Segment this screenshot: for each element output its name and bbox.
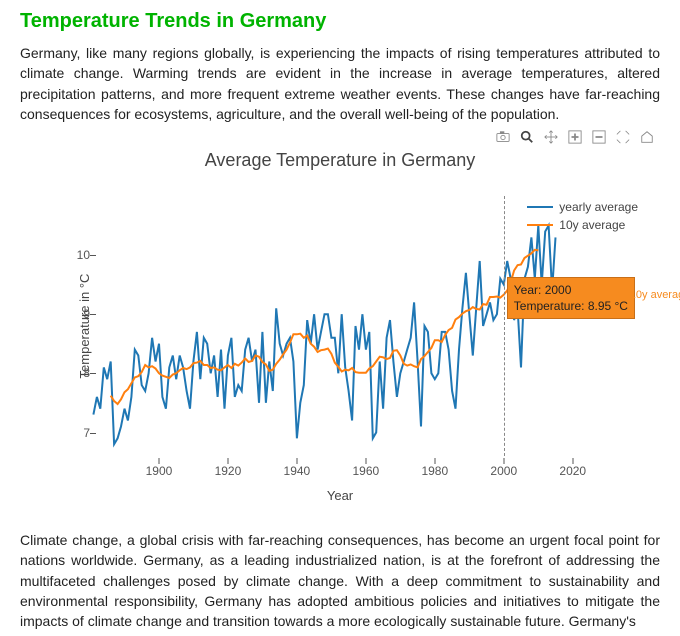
y-tick-label: 9 bbox=[83, 307, 90, 321]
legend[interactable]: yearly average 10y average bbox=[527, 200, 638, 236]
x-tick-label: 1920 bbox=[215, 464, 242, 478]
autoscale-icon[interactable] bbox=[616, 130, 630, 144]
hover-line bbox=[504, 196, 505, 456]
zoom-out-icon[interactable] bbox=[592, 130, 606, 144]
camera-icon[interactable] bbox=[496, 130, 510, 144]
x-tick-mark bbox=[365, 458, 366, 464]
x-axis: 1900 1920 1940 1960 1980 2000 2020 bbox=[90, 458, 590, 488]
series-yearly bbox=[93, 226, 555, 445]
x-tick-mark bbox=[227, 458, 228, 464]
legend-item-yearly[interactable]: yearly average bbox=[527, 200, 638, 214]
x-tick-mark bbox=[158, 458, 159, 464]
x-tick-label: 1980 bbox=[421, 464, 448, 478]
hover-series-label: 10y average bbox=[630, 289, 680, 301]
series-svg bbox=[90, 196, 590, 456]
x-tick-mark bbox=[296, 458, 297, 464]
x-tick-mark bbox=[434, 458, 435, 464]
plot-area[interactable]: Year: 2000 Temperature: 8.95 °C 10y aver… bbox=[90, 196, 590, 456]
y-tick-label: 7 bbox=[83, 426, 90, 440]
tooltip: Year: 2000 Temperature: 8.95 °C bbox=[507, 277, 635, 319]
x-tick-label: 2020 bbox=[559, 464, 586, 478]
x-tick-mark bbox=[572, 458, 573, 464]
legend-item-10y[interactable]: 10y average bbox=[527, 218, 638, 232]
tooltip-line1: Year: 2000 bbox=[514, 282, 628, 298]
x-axis-label: Year bbox=[90, 488, 590, 503]
y-tick-label: 10 bbox=[77, 248, 90, 262]
chart[interactable]: Average Temperature in Germany Temperatu… bbox=[20, 146, 660, 526]
reset-icon[interactable] bbox=[640, 130, 654, 144]
x-tick-label: 1960 bbox=[353, 464, 380, 478]
y-axis: 7 8 9 10 bbox=[68, 196, 90, 456]
legend-swatch-yearly bbox=[527, 206, 553, 208]
chart-toolbar bbox=[20, 128, 660, 146]
intro-paragraph: Germany, like many regions globally, is … bbox=[20, 43, 660, 124]
x-tick-label: 1900 bbox=[146, 464, 173, 478]
chart-title: Average Temperature in Germany bbox=[20, 146, 660, 171]
section-title: Temperature Trends in Germany bbox=[20, 10, 660, 33]
zoom-in-icon[interactable] bbox=[568, 130, 582, 144]
x-tick-mark bbox=[503, 458, 504, 464]
pan-icon[interactable] bbox=[544, 130, 558, 144]
legend-label-10y: 10y average bbox=[559, 218, 625, 232]
tooltip-line2: Temperature: 8.95 °C bbox=[514, 298, 628, 314]
x-tick-label: 1940 bbox=[284, 464, 311, 478]
outro-paragraph: Climate change, a global crisis with far… bbox=[20, 530, 660, 631]
x-tick-label: 2000 bbox=[490, 464, 517, 478]
zoom-icon[interactable] bbox=[520, 130, 534, 144]
legend-label-yearly: yearly average bbox=[559, 200, 638, 214]
y-tick-label: 8 bbox=[83, 366, 90, 380]
legend-swatch-10y bbox=[527, 224, 553, 226]
